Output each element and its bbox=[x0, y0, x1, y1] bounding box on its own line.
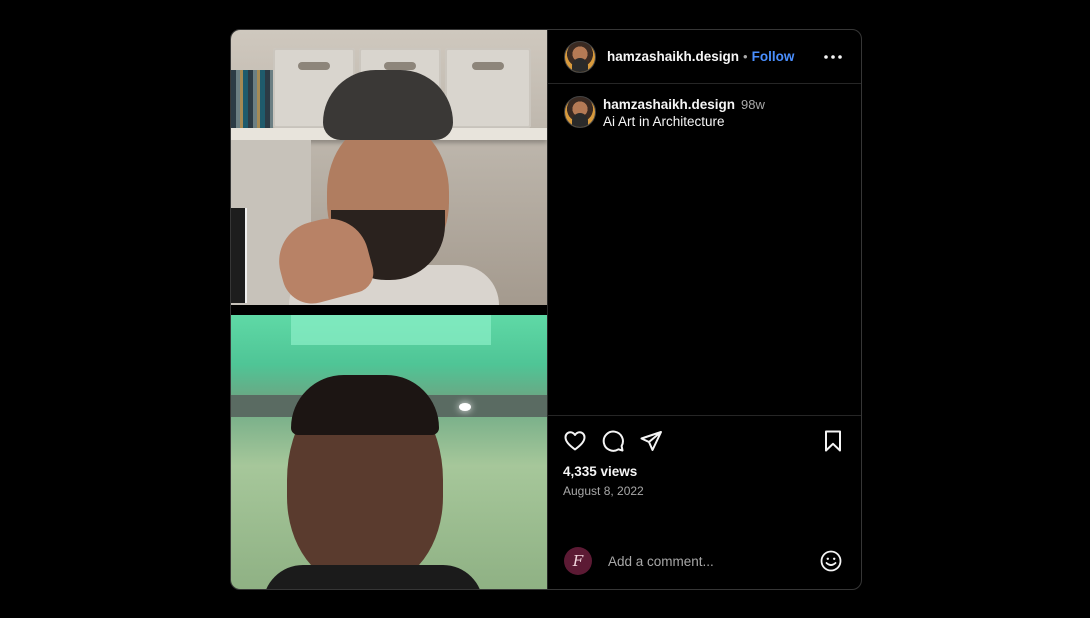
person-bottom bbox=[263, 375, 483, 589]
action-bar bbox=[563, 428, 845, 454]
caption: hamzashaikh.design 98w Ai Art in Architec… bbox=[603, 96, 765, 130]
separator-dot: • bbox=[743, 49, 748, 64]
user-avatar-letter: F bbox=[572, 552, 584, 570]
user-avatar: F bbox=[564, 547, 592, 575]
bookshelf bbox=[231, 70, 273, 128]
emoji-icon[interactable] bbox=[819, 549, 843, 573]
comment-icon[interactable] bbox=[601, 429, 625, 453]
caption-time: 98w bbox=[741, 97, 765, 112]
actions-section: 4,335 views August 8, 2022 bbox=[548, 415, 861, 533]
ceiling-light bbox=[291, 315, 491, 345]
video-feed-top bbox=[231, 30, 547, 305]
bookmark-icon[interactable] bbox=[821, 429, 845, 453]
heart-icon[interactable] bbox=[563, 429, 587, 453]
caption-avatar[interactable] bbox=[564, 96, 596, 128]
author-username[interactable]: hamzashaikh.design bbox=[607, 49, 739, 64]
follow-button[interactable]: Follow bbox=[752, 49, 795, 64]
comment-input[interactable] bbox=[606, 552, 819, 570]
more-options-icon[interactable] bbox=[821, 45, 845, 69]
post-header: hamzashaikh.design • Follow bbox=[548, 30, 861, 84]
post-dialog: hamzashaikh.design • Follow hamzashaikh.… bbox=[230, 29, 862, 590]
author-avatar[interactable] bbox=[564, 40, 596, 73]
monitor bbox=[231, 208, 245, 303]
person-top bbox=[270, 70, 499, 305]
caption-username[interactable]: hamzashaikh.design bbox=[603, 97, 735, 112]
post-sidebar: hamzashaikh.design • Follow hamzashaikh.… bbox=[547, 30, 861, 589]
post-media[interactable] bbox=[231, 30, 547, 589]
view-count[interactable]: 4,335 views bbox=[563, 464, 845, 479]
lamp bbox=[459, 403, 471, 411]
comment-bar: F bbox=[548, 533, 861, 589]
share-icon[interactable] bbox=[639, 429, 663, 453]
post-date: August 8, 2022 bbox=[563, 484, 644, 498]
video-feed-bottom bbox=[231, 315, 547, 589]
caption-area: hamzashaikh.design 98w Ai Art in Architec… bbox=[548, 84, 861, 415]
caption-text: Ai Art in Architecture bbox=[603, 114, 725, 129]
